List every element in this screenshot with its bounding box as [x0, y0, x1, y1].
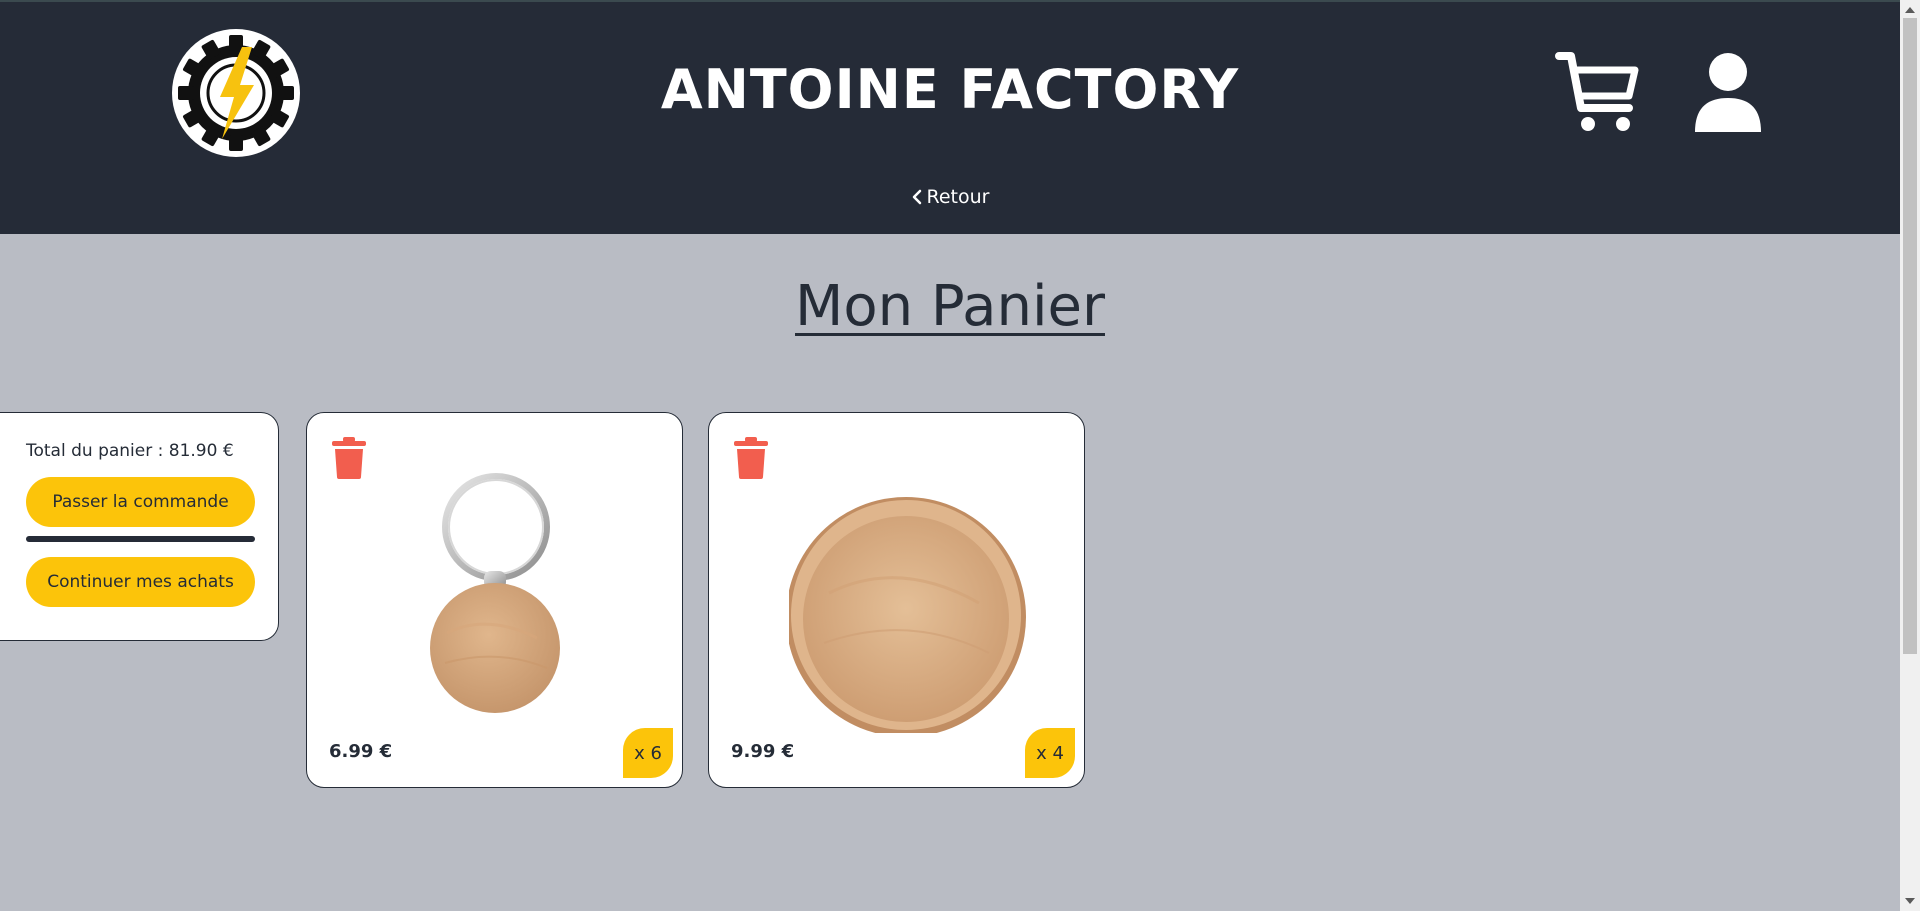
divider: [26, 536, 255, 542]
back-link[interactable]: Retour: [0, 186, 1900, 210]
quantity-badge: x 4: [1025, 728, 1075, 778]
scroll-down-arrow-icon[interactable]: [1905, 898, 1915, 904]
continue-shopping-button[interactable]: Continuer mes achats: [26, 557, 255, 607]
item-price: 9.99 €: [731, 741, 795, 762]
quantity-badge: x 6: [623, 728, 673, 778]
cart-total: Total du panier : 81.90 €: [26, 441, 234, 461]
item-price: 6.99 €: [329, 741, 393, 762]
page-title: Mon Panier: [795, 274, 1105, 339]
site-header: ANTOINE FACTORY Retour: [0, 2, 1900, 234]
user-icon[interactable]: [1693, 52, 1763, 134]
vertical-scrollbar[interactable]: [1900, 0, 1920, 911]
keychain-image: [430, 473, 560, 713]
trash-icon[interactable]: [332, 437, 366, 479]
shopping-cart-icon[interactable]: [1555, 50, 1640, 136]
scrollbar-thumb[interactable]: [1903, 18, 1917, 654]
cart-summary: Total du panier : 81.90 € Passer la comm…: [0, 412, 279, 641]
place-order-button[interactable]: Passer la commande: [26, 477, 255, 527]
cart-item: 6.99 € x 6: [306, 412, 683, 788]
scroll-up-arrow-icon[interactable]: [1905, 7, 1915, 13]
cart-item: 9.99 € x 4: [708, 412, 1085, 788]
coaster-image: [789, 497, 1026, 733]
trash-icon[interactable]: [734, 437, 768, 479]
chevron-left-icon: [912, 189, 921, 205]
back-label: Retour: [926, 186, 990, 208]
